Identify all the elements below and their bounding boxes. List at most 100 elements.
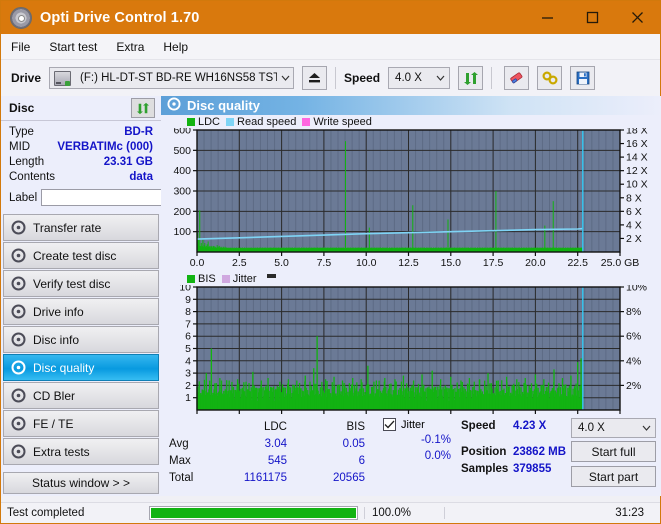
progress-percent: 100.0% — [364, 507, 444, 519]
jitter-toggle[interactable]: Jitter — [383, 418, 425, 431]
ldc-chart-svg: 100 200 300 400 500 600 2 X 4 X6 X 8 X10 X 12 X14… — [173, 128, 648, 269]
sidebar-item-label: Transfer rate — [33, 220, 102, 235]
eject-button[interactable] — [302, 66, 328, 90]
position-row: Position 23862 MB — [461, 443, 566, 460]
svg-text:400: 400 — [173, 165, 191, 177]
samples-value: 379855 — [513, 462, 552, 475]
stats-row-key: Max — [169, 454, 191, 467]
save-button[interactable] — [570, 66, 596, 90]
menu-item-help[interactable]: Help — [163, 40, 188, 54]
sidebar-item-cd-bler[interactable]: CD Bler — [3, 382, 159, 409]
refresh-icon — [463, 71, 478, 85]
menu-item-extra[interactable]: Extra — [116, 40, 144, 54]
svg-text:5: 5 — [185, 343, 191, 355]
drive-label: Drive — [11, 71, 42, 85]
sidebar-item-verify-test-disc[interactable]: Verify test disc — [3, 270, 159, 297]
svg-text:8 X: 8 X — [626, 192, 642, 204]
menu-item-file[interactable]: File — [11, 40, 30, 54]
sidebar-item-label: Verify test disc — [33, 276, 111, 291]
svg-text:15.0: 15.0 — [441, 257, 462, 269]
stats-row-key: Total — [169, 471, 194, 484]
stats-header-bis: BIS — [346, 420, 365, 433]
refresh-button[interactable] — [458, 66, 484, 90]
svg-text:10 X: 10 X — [626, 179, 648, 191]
start-full-button[interactable]: Start full — [571, 441, 656, 462]
close-button[interactable] — [615, 1, 660, 34]
jitter-label: Jitter — [401, 418, 425, 431]
samples-row: Samples 379855 — [461, 460, 566, 477]
legend-swatch-bis — [187, 274, 195, 283]
svg-text:4%: 4% — [626, 355, 641, 367]
ldc-chart-legend: LDC Read speed Write speed — [161, 115, 661, 128]
sidebar-item-transfer-rate[interactable]: Transfer rate — [3, 214, 159, 241]
svg-text:17.5: 17.5 — [483, 257, 504, 269]
disc-field-mid-key: MID — [9, 141, 31, 153]
speed-select-value: 4.0 X — [395, 72, 422, 84]
drive-select[interactable]: (F:) HL-DT-ST BD-RE WH16NS58 TST4 — [49, 67, 295, 89]
disc-label-row: Label — [9, 188, 246, 207]
svg-text:9: 9 — [185, 294, 191, 306]
sidebar-item-disc-info[interactable]: Disc info — [3, 326, 159, 353]
stats-row-key: Avg — [169, 437, 189, 450]
svg-text:6: 6 — [185, 331, 191, 343]
speed-readout-row: Speed 4.23 X — [461, 417, 566, 434]
sidebar-item-fe-te[interactable]: FE / TE — [3, 410, 159, 437]
svg-text:300: 300 — [173, 186, 191, 198]
jitter-checkbox[interactable] — [383, 418, 396, 431]
menu-item-start-test[interactable]: Start test — [49, 40, 97, 54]
svg-text:2: 2 — [185, 380, 191, 392]
speed-readout-value: 4.23 X — [513, 419, 547, 432]
disc-field-type: Type BD-R — [9, 125, 153, 140]
main-body: Disc Type BD-R MID VERBATIMc (000) Lengt… — [1, 96, 661, 496]
disc-field-contents-value: data — [129, 171, 153, 183]
legend-ldc: LDC — [187, 116, 220, 128]
bis-chart: 123456789102%4%6%8%10%0.02.55.07.510.012… — [161, 285, 661, 428]
sidebar-item-extra-tests[interactable]: Extra tests — [3, 438, 159, 465]
drive-icon — [54, 70, 72, 86]
scan-end-marker — [266, 273, 276, 278]
status-window-button[interactable]: Status window > > — [3, 472, 159, 494]
sidebar-item-create-test-disc[interactable]: Create test disc — [3, 242, 159, 269]
bis-chart-svg: 123456789102%4%6%8%10%0.02.55.07.510.012… — [179, 285, 647, 427]
title-bar: Opti Drive Control 1.70 — [1, 1, 660, 34]
svg-text:7.5: 7.5 — [317, 257, 332, 269]
maximize-button[interactable] — [570, 1, 615, 34]
chevron-down-icon — [432, 75, 449, 81]
disc-quality-icon — [167, 97, 181, 114]
legend-label-read-speed: Read speed — [237, 115, 297, 128]
main-panel: Disc quality LDC Read speed Write speed — [161, 96, 661, 496]
legend-label-ldc: LDC — [198, 115, 221, 128]
minimize-button[interactable] — [525, 1, 570, 34]
app-icon — [10, 6, 32, 29]
svg-text:12 X: 12 X — [626, 165, 648, 177]
eraser-icon — [510, 72, 523, 84]
svg-text:12.5: 12.5 — [398, 257, 419, 269]
drive-select-value: (F:) HL-DT-ST BD-RE WH16NS58 TST4 — [80, 72, 278, 84]
svg-text:200: 200 — [173, 206, 191, 218]
legend-write-speed: Write speed — [302, 116, 372, 128]
options-button[interactable] — [537, 66, 563, 90]
svg-text:18 X: 18 X — [626, 128, 648, 137]
ldc-chart: 100 200 300 400 500 600 2 X 4 X6 X 8 X 10 X 12 X 14… — [161, 128, 661, 270]
svg-text:16 X: 16 X — [626, 138, 648, 150]
disc-icon — [11, 248, 26, 263]
erase-button[interactable] — [504, 66, 530, 90]
svg-text:14 X: 14 X — [626, 152, 648, 164]
sidebar-item-drive-info[interactable]: Drive info — [3, 298, 159, 325]
sidebar-item-disc-quality[interactable]: Disc quality — [3, 354, 159, 381]
scan-speed-select[interactable]: 4.0 X — [571, 418, 656, 438]
disc-refresh-button[interactable] — [131, 98, 155, 118]
legend-swatch-ldc — [187, 117, 195, 126]
svg-text:500: 500 — [173, 145, 191, 157]
stats-header-ldc: LDC — [263, 420, 287, 433]
svg-text:0.0: 0.0 — [190, 257, 205, 269]
menu-bar: File Start test Extra Help — [1, 34, 660, 60]
svg-text:20.0: 20.0 — [525, 257, 546, 269]
stats-avg-ldc: 3.04 — [264, 437, 287, 450]
start-part-button[interactable]: Start part — [571, 466, 656, 487]
speed-readout-label: Speed — [461, 419, 496, 432]
status-bar: Test completed 100.0% 31:23 — [1, 502, 660, 523]
eject-icon — [309, 73, 321, 83]
svg-text:100: 100 — [173, 226, 191, 238]
speed-select[interactable]: 4.0 X — [388, 67, 451, 89]
